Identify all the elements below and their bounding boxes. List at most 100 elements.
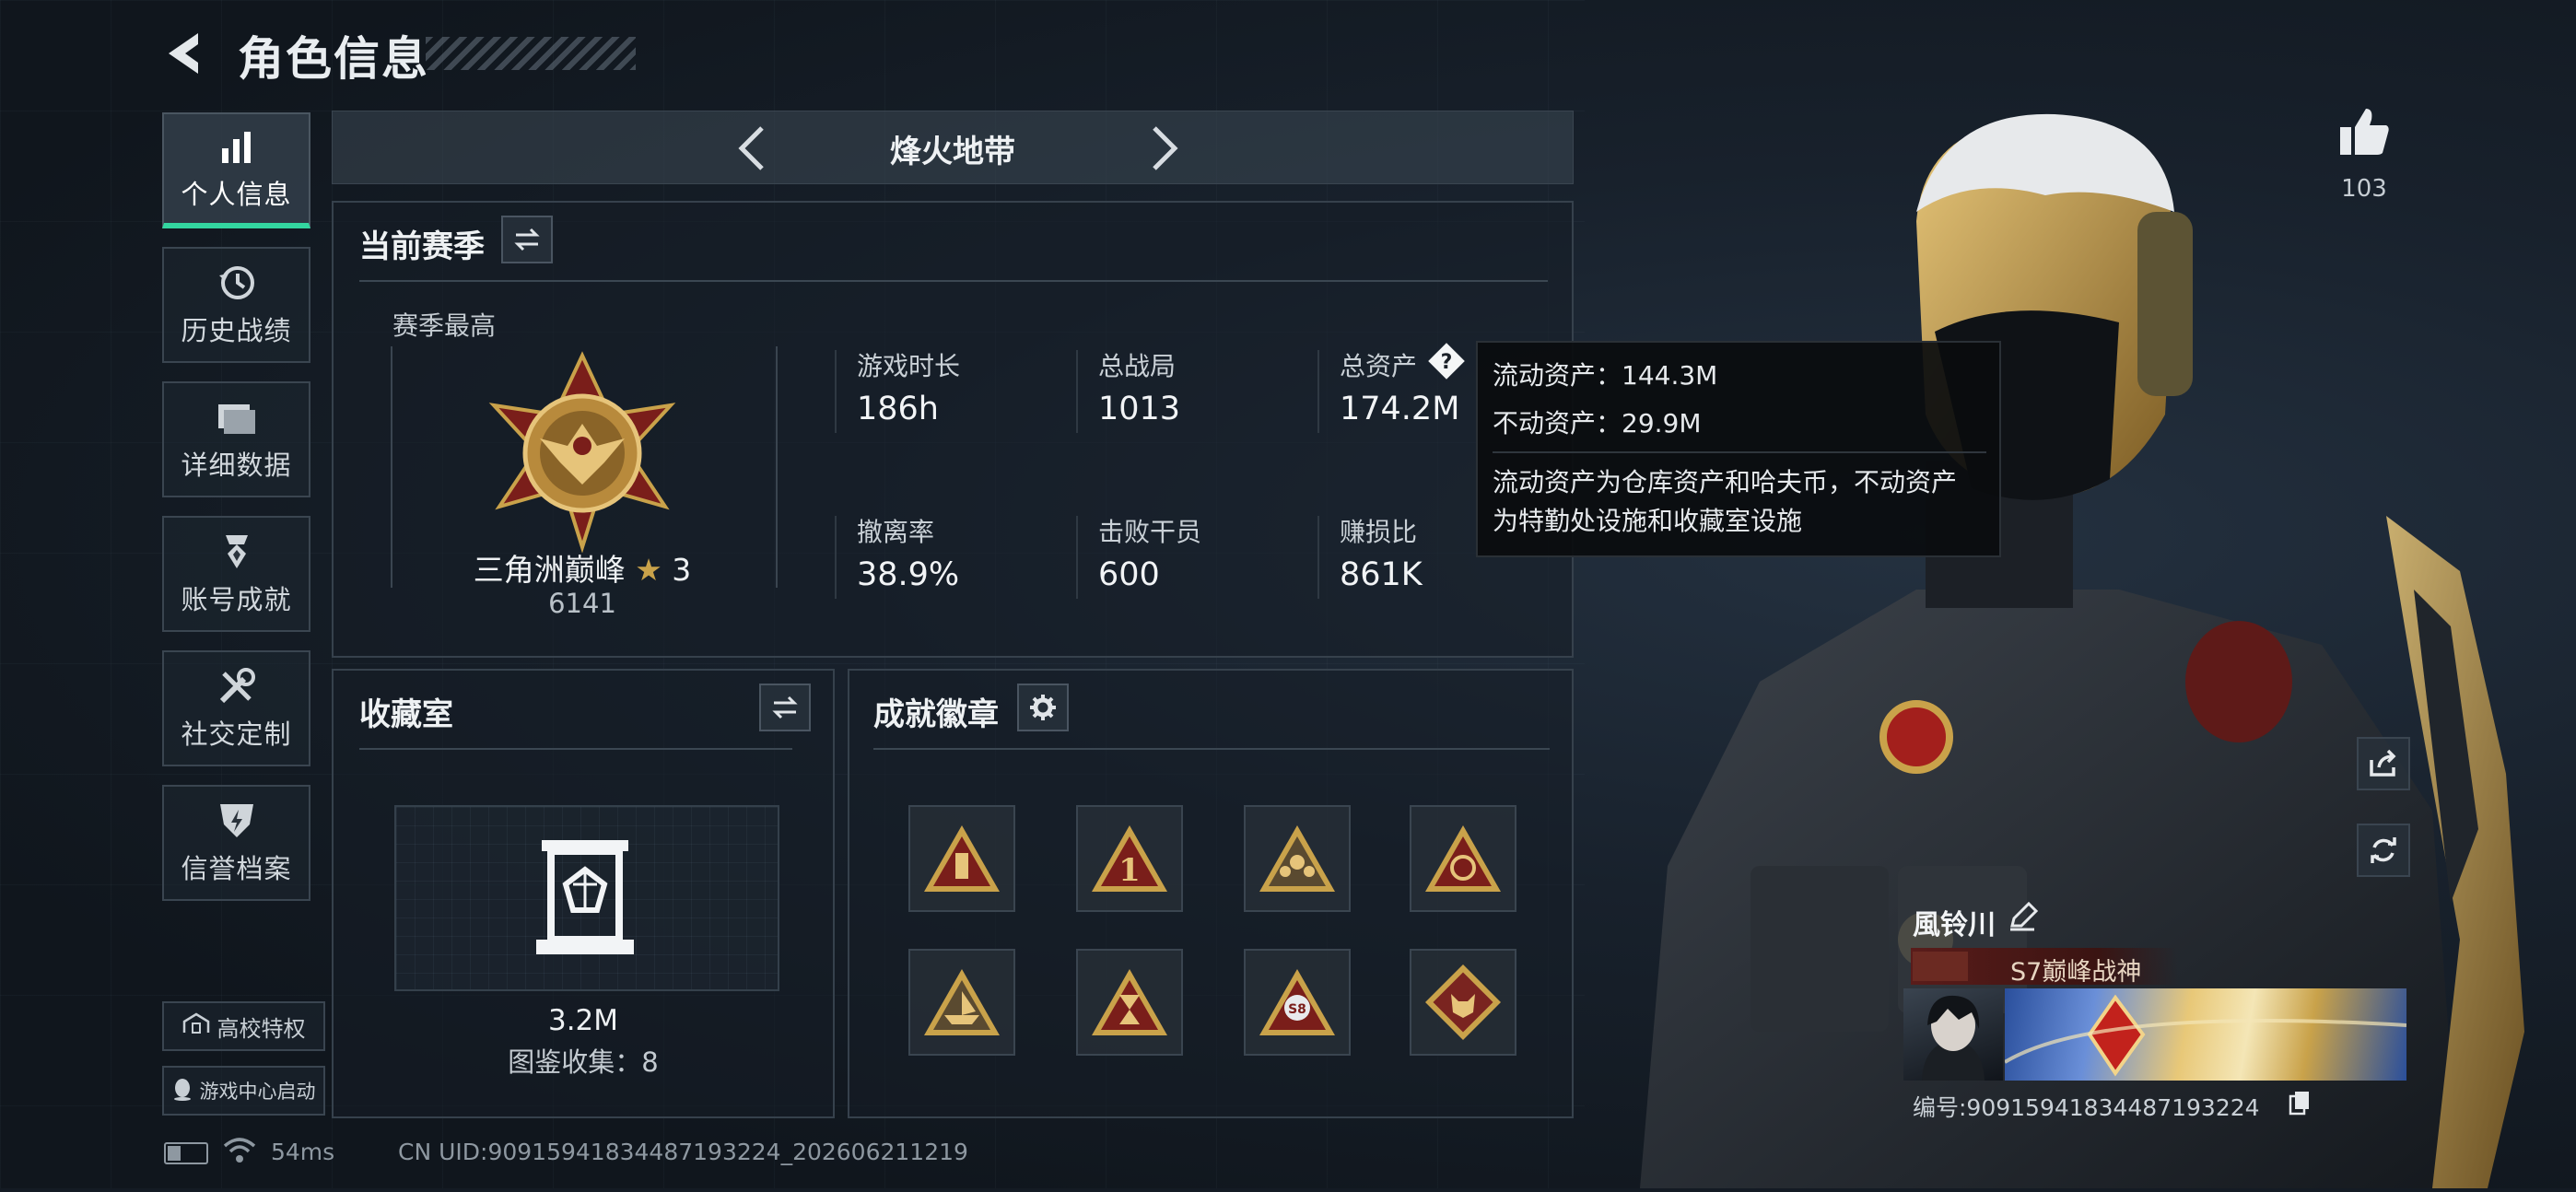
avatar[interactable] bbox=[1903, 988, 2003, 1081]
player-id: 编号:9091594183448719322​4 bbox=[1913, 1094, 2260, 1121]
svg-text:?: ? bbox=[1441, 351, 1453, 374]
name-card-banner bbox=[2003, 988, 2407, 1081]
stat-label: 赚损比 bbox=[1340, 517, 1418, 547]
shield-bolt-icon bbox=[216, 800, 258, 842]
history-clock-icon bbox=[216, 262, 258, 304]
mode-title: 烽火地带 bbox=[890, 134, 1015, 170]
qq-penguin-icon bbox=[172, 1077, 193, 1105]
badge-tile[interactable] bbox=[1410, 805, 1516, 912]
badge-tile[interactable] bbox=[908, 805, 1015, 912]
season-title: 当前赛季 bbox=[359, 228, 485, 265]
badge-tile[interactable] bbox=[1244, 805, 1351, 912]
rank-star-icon: ★ bbox=[635, 552, 662, 588]
nav-reputation[interactable]: 信誉档案 bbox=[162, 785, 310, 901]
stat-value: 600 bbox=[1098, 556, 1160, 593]
nav-social-custom[interactable]: 社交定制 bbox=[162, 650, 310, 766]
badge-settings-button[interactable] bbox=[1017, 684, 1069, 731]
stat-label: 总资产 bbox=[1340, 351, 1418, 381]
chevron-right-icon bbox=[1153, 126, 1178, 170]
divider bbox=[1493, 451, 1986, 453]
tools-icon bbox=[216, 665, 258, 707]
tooltip-note-line-1: 流动资产为仓库资产和哈夫币，不动资产 bbox=[1493, 467, 1958, 497]
badge-tile[interactable] bbox=[1410, 949, 1516, 1056]
nav-label: 信誉档案 bbox=[181, 853, 292, 884]
collection-room-icon bbox=[534, 836, 636, 962]
hourglass-badge-icon bbox=[1092, 969, 1167, 1035]
help-icon[interactable]: ? bbox=[1426, 341, 1467, 385]
page-title: 角色信息 bbox=[238, 32, 429, 86]
divider bbox=[835, 516, 837, 599]
like-button[interactable] bbox=[2336, 105, 2392, 162]
stat-label: 总战局 bbox=[1098, 351, 1177, 381]
stat-label: 游戏时长 bbox=[857, 351, 961, 381]
stat-label: 击败干员 bbox=[1098, 517, 1202, 547]
share-icon bbox=[2370, 749, 2396, 777]
edit-name-button[interactable] bbox=[2007, 900, 2040, 937]
collection-panel: 收藏室 3.2M 图鉴收集：8 bbox=[332, 669, 835, 1118]
stat-value: 1013 bbox=[1098, 391, 1181, 427]
stat-value: 38.9% bbox=[857, 556, 960, 593]
season-switch-button[interactable] bbox=[501, 216, 553, 263]
collection-count: 图鉴收集：8 bbox=[508, 1046, 659, 1078]
share-button[interactable] bbox=[2357, 737, 2410, 790]
game-center-button[interactable]: 游戏中心启动 bbox=[162, 1066, 325, 1116]
nav-personal-info[interactable]: 个人信息 bbox=[162, 112, 310, 228]
svg-text:1: 1 bbox=[1118, 852, 1141, 889]
thumbs-up-icon bbox=[2340, 109, 2389, 155]
rotate-button[interactable] bbox=[2357, 824, 2410, 877]
collection-switch-button[interactable] bbox=[759, 684, 811, 731]
s8-badge-icon: S8 bbox=[1259, 969, 1335, 1035]
bottle-badge-icon bbox=[924, 825, 1000, 892]
nav-label: 个人信息 bbox=[181, 179, 292, 210]
swap-icon bbox=[772, 695, 798, 719]
ping-text: 54ms bbox=[271, 1139, 335, 1165]
gear-icon bbox=[1030, 695, 1056, 720]
game-center-label: 游戏中心启动 bbox=[199, 1081, 316, 1103]
badge-tile[interactable] bbox=[908, 949, 1015, 1056]
divider bbox=[1076, 350, 1078, 433]
tooltip-note-line-2: 为特勤处设施和收藏室设施 bbox=[1493, 506, 1803, 536]
divider bbox=[359, 280, 1548, 282]
badge-tile[interactable]: 1 bbox=[1076, 805, 1183, 912]
mode-next-button[interactable] bbox=[1140, 124, 1186, 172]
bar-chart-icon bbox=[216, 125, 258, 168]
stat-value: 186h bbox=[857, 391, 939, 427]
pencil-icon bbox=[2010, 901, 2039, 931]
copy-id-button[interactable] bbox=[2289, 1090, 2311, 1119]
divider bbox=[359, 748, 792, 750]
badge-tile[interactable] bbox=[1076, 949, 1183, 1056]
tooltip-fixed-assets: 不动资产：29.9M bbox=[1493, 408, 1702, 438]
season-best-label: 赛季最高 bbox=[392, 310, 497, 341]
uid-text: CN UID:9091594183448719322​4_20260621121… bbox=[398, 1139, 968, 1165]
divider bbox=[1317, 350, 1319, 433]
back-button[interactable] bbox=[161, 28, 213, 79]
nav-label: 历史战绩 bbox=[181, 315, 292, 346]
divider bbox=[1317, 516, 1319, 599]
nav-achievements[interactable]: 账号成就 bbox=[162, 516, 310, 632]
stat-value: 861K bbox=[1340, 556, 1423, 593]
rank-points: 6141 bbox=[548, 588, 616, 619]
tooltip-liquid-assets: 流动资产：144.3M bbox=[1493, 360, 1718, 391]
wifi-icon bbox=[223, 1137, 256, 1168]
campus-privilege-button[interactable]: 高校特权 bbox=[162, 1001, 325, 1051]
wolf-badge-icon bbox=[1424, 964, 1502, 1041]
refresh-icon bbox=[2371, 837, 2396, 863]
badge-tile[interactable]: S8 bbox=[1244, 949, 1351, 1056]
nav-history[interactable]: 历史战绩 bbox=[162, 247, 310, 363]
rank-emblem-icon bbox=[472, 350, 693, 554]
season-panel: 当前赛季 赛季最高 三角洲巅峰 ★ 3 6141 游戏时长 186h 总战局 1… bbox=[332, 201, 1574, 658]
rank-name: 三角洲巅峰 bbox=[473, 552, 626, 588]
collection-title: 收藏室 bbox=[359, 696, 453, 733]
boat-badge-icon bbox=[924, 969, 1000, 1035]
player-name-card: 風铃川 S7巅峰战神 编号:9091594183448719322​4 bbox=[1898, 898, 2409, 1121]
stat-value: 174.2M bbox=[1340, 391, 1460, 427]
nav-label: 社交定制 bbox=[181, 719, 292, 750]
rank-stars: 3 bbox=[672, 552, 692, 588]
svg-text:S8: S8 bbox=[1288, 1002, 1306, 1017]
nav-detailed-data[interactable]: 详细数据 bbox=[162, 381, 310, 497]
rank-name-row: 三角洲巅峰 ★ 3 bbox=[334, 545, 831, 590]
campus-icon bbox=[182, 1012, 210, 1040]
player-name: 風铃川 bbox=[1913, 909, 1996, 941]
nav-label: 账号成就 bbox=[181, 584, 292, 615]
back-arrow-icon bbox=[169, 33, 198, 74]
